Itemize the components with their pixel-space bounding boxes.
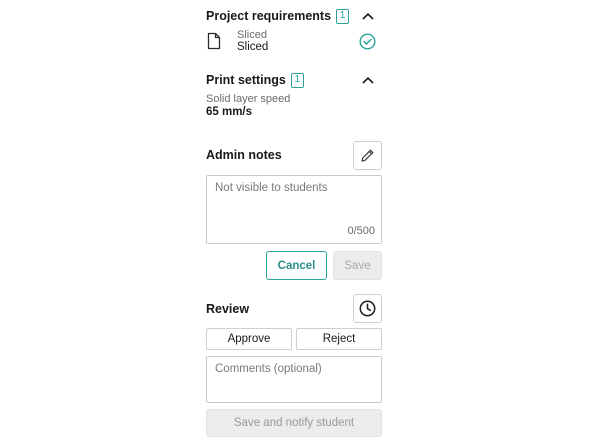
print-settings-header: Print settings 1 — [206, 70, 382, 90]
requirement-sub-label: Sliced — [237, 29, 267, 41]
chevron-up-icon — [362, 12, 374, 20]
file-icon — [207, 32, 221, 50]
check-circle-icon — [359, 33, 376, 50]
review-comments-input[interactable] — [207, 357, 381, 402]
save-button[interactable]: Save — [333, 251, 382, 280]
pencil-icon — [361, 149, 374, 162]
review-history-button[interactable] — [353, 294, 382, 323]
requirement-item: Sliced Sliced — [206, 29, 382, 55]
print-settings-count-badge: 1 — [290, 72, 304, 88]
setting-value: 65 mm/s — [206, 106, 253, 118]
print-settings-collapse-button[interactable] — [360, 72, 376, 88]
clock-icon — [359, 300, 376, 317]
setting-label: Solid layer speed — [206, 93, 291, 105]
review-title: Review — [206, 302, 250, 316]
edit-notes-button[interactable] — [353, 141, 382, 170]
project-requirements-header: Project requirements 1 — [206, 6, 382, 26]
reject-button[interactable]: Reject — [296, 328, 382, 350]
cancel-button[interactable]: Cancel — [266, 251, 327, 280]
project-requirements-collapse-button[interactable] — [360, 8, 376, 24]
requirement-main-label: Sliced — [237, 41, 269, 53]
admin-notes-field: 0/500 — [206, 175, 382, 244]
admin-notes-title: Admin notes — [206, 148, 282, 162]
project-requirements-count-badge: 1 — [336, 8, 350, 24]
print-settings-title: Print settings — [206, 73, 286, 87]
chevron-up-icon — [362, 76, 374, 84]
approve-button[interactable]: Approve — [206, 328, 292, 350]
project-requirements-title: Project requirements — [206, 9, 332, 23]
save-and-notify-button[interactable]: Save and notify student — [206, 409, 382, 437]
char-count: 0/500 — [347, 225, 375, 237]
submission-review-panel: Project requirements 1 Sliced Sliced Pri… — [206, 0, 382, 444]
review-comments-field — [206, 356, 382, 403]
